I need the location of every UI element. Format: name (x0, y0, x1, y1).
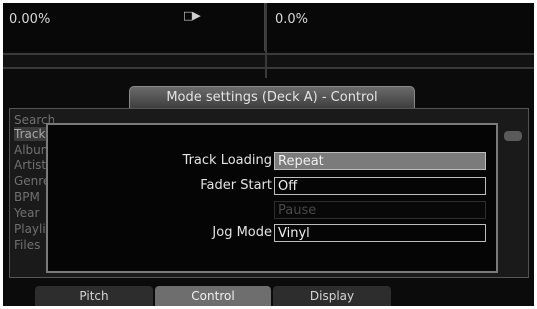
track-loading-field[interactable]: Repeat (274, 152, 486, 170)
dialog-title: Mode settings (Deck A) - Control (129, 86, 415, 109)
deck-divider (265, 3, 267, 78)
tab-display[interactable]: Display (273, 286, 391, 306)
tab-pitch[interactable]: Pitch (35, 286, 153, 306)
mode-settings-dialog: Track Loading Repeat Fader Start Off Pau… (46, 123, 498, 273)
track-loading-label: Track Loading (182, 153, 272, 168)
deck-b-pitch: 0.0% (275, 12, 309, 27)
pause-field: Pause (274, 201, 486, 219)
fader-start-field[interactable]: Off (274, 177, 486, 195)
deck-b-panel: 0.0% (267, 3, 534, 51)
play-icon: □▶ (183, 9, 201, 22)
deck-a-pitch: 0.00% (9, 12, 51, 27)
deck-separator (3, 53, 534, 69)
tab-bar: Pitch Control Display (3, 286, 534, 306)
deck-a-panel: 0.00% □▶ (3, 3, 266, 51)
tab-control[interactable]: Control (155, 286, 271, 306)
deck-screen: 0.00% □▶ 0.0% Mode settings (Deck A) - C… (3, 3, 534, 306)
list-scrollbar[interactable] (504, 131, 522, 141)
fader-start-label: Fader Start (200, 178, 272, 193)
jog-mode-label: Jog Mode (212, 225, 272, 240)
jog-mode-field[interactable]: Vinyl (274, 224, 486, 242)
